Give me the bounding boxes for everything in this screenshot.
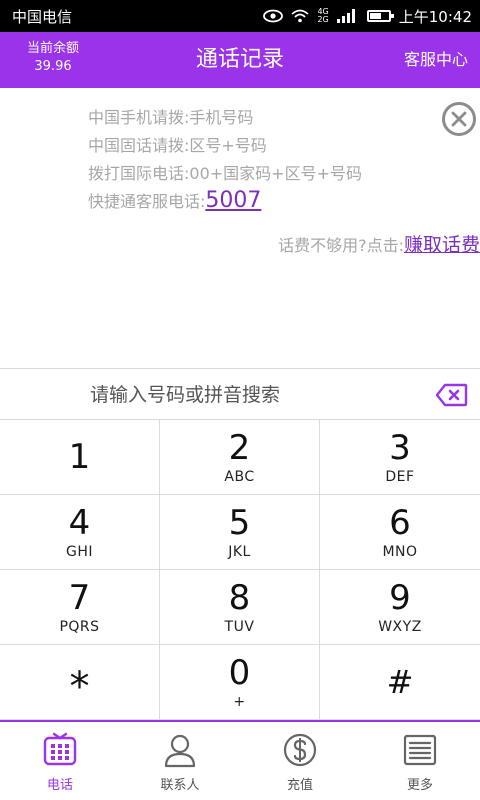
nav-label: 联系人 <box>160 778 200 793</box>
backspace-button[interactable] <box>435 383 468 407</box>
instruction-landline: 中国固话请拨:区号+号码 <box>88 136 267 155</box>
key-7[interactable]: 7 PQRS <box>0 570 160 645</box>
dial-instructions: 中国手机请拨:手机号码 中国固话请拨:区号+号码 拨打国际电话:00+国家码+区… <box>0 88 480 368</box>
eye-icon <box>263 9 284 23</box>
status-icons: 4G 2G 上午10:42 <box>263 6 472 27</box>
key-0[interactable]: 0 + <box>160 645 320 720</box>
phone-dialpad-icon <box>43 732 77 766</box>
key-digit: 1 <box>68 437 91 477</box>
instruction-mobile: 中国手机请拨:手机号码 <box>88 108 254 127</box>
key-letters: PQRS <box>59 619 100 635</box>
balance-display[interactable]: 当前余额 39.96 <box>18 40 88 76</box>
dollar-coin-icon <box>283 733 317 767</box>
key-digit: 3 <box>389 428 411 468</box>
key-5[interactable]: 5 JKL <box>160 495 320 570</box>
hotline-row: 快捷通客服电话:5007 <box>88 188 261 213</box>
customer-service-button[interactable]: 客服中心 <box>404 32 468 88</box>
backspace-icon <box>435 383 468 407</box>
dial-keypad: 1 2 ABC 3 DEF 4 GHI 5 JKL 6 MNO 7 PQRS 8… <box>0 420 480 720</box>
bottom-navigation: 电话 联系人 充值 更多 <box>0 720 480 800</box>
balance-value: 39.96 <box>34 59 72 74</box>
signal-icon <box>336 9 359 23</box>
clock: 上午10:42 <box>398 7 472 26</box>
nav-label: 充值 <box>286 778 313 793</box>
key-digit: 8 <box>228 578 251 618</box>
list-menu-icon <box>403 734 437 766</box>
key-digit: # <box>386 663 414 701</box>
key-letters: MNO <box>382 544 418 560</box>
earn-credit-link[interactable]: 赚取话费 <box>404 234 480 256</box>
earn-credit-prompt: 话费不够用?点击: <box>278 236 404 255</box>
earn-credit-row: 话费不够用?点击:赚取话费 <box>278 230 480 257</box>
key-6[interactable]: 6 MNO <box>320 495 480 570</box>
key-hash[interactable]: # <box>320 645 480 720</box>
instruction-international: 拨打国际电话:00+国家码+区号+号码 <box>88 164 362 183</box>
hotline-number-link[interactable]: 5007 <box>205 188 261 213</box>
number-search-input[interactable] <box>90 377 410 413</box>
close-icon <box>451 111 467 127</box>
wifi-icon <box>291 9 310 23</box>
key-letters: JKL <box>228 544 251 560</box>
key-letters: ABC <box>224 469 255 485</box>
battery-icon <box>366 10 394 22</box>
key-digit: * <box>69 664 90 710</box>
status-bar: 中国电信 4G 2G 上午10:42 <box>0 0 480 32</box>
key-digit: 6 <box>389 503 411 543</box>
balance-label: 当前余额 <box>26 41 79 56</box>
number-input-row <box>0 368 480 420</box>
nav-label: 电话 <box>46 778 73 793</box>
nav-more[interactable]: 更多 <box>360 722 480 800</box>
key-letters: + <box>233 694 246 710</box>
key-digit: 2 <box>228 428 251 468</box>
key-letters: DEF <box>385 469 415 485</box>
key-9[interactable]: 9 WXYZ <box>320 570 480 645</box>
key-digit: 0 <box>228 653 251 693</box>
network-type: 4G 2G <box>317 7 329 24</box>
nav-contacts[interactable]: 联系人 <box>120 722 240 800</box>
contact-person-icon <box>164 734 196 768</box>
key-letters: GHI <box>65 544 93 560</box>
key-letters: WXYZ <box>378 619 422 635</box>
key-digit: 5 <box>228 503 251 543</box>
key-8[interactable]: 8 TUV <box>160 570 320 645</box>
key-digit: 4 <box>68 503 91 543</box>
nav-recharge[interactable]: 充值 <box>240 722 360 800</box>
key-3[interactable]: 3 DEF <box>320 420 480 495</box>
key-4[interactable]: 4 GHI <box>0 495 160 570</box>
key-1[interactable]: 1 <box>0 420 160 495</box>
carrier-name: 中国电信 <box>12 7 73 26</box>
hotline-label: 快捷通客服电话: <box>88 192 206 211</box>
key-letters: TUV <box>224 619 255 635</box>
key-star[interactable]: * <box>0 645 160 720</box>
nav-label: 更多 <box>406 778 433 793</box>
key-digit: 9 <box>389 578 411 618</box>
key-digit: 7 <box>68 578 91 618</box>
app-header: 当前余额 39.96 通话记录 客服中心 <box>0 32 480 88</box>
nav-phone[interactable]: 电话 <box>0 722 120 800</box>
close-instructions-button[interactable] <box>442 102 476 136</box>
key-2[interactable]: 2 ABC <box>160 420 320 495</box>
